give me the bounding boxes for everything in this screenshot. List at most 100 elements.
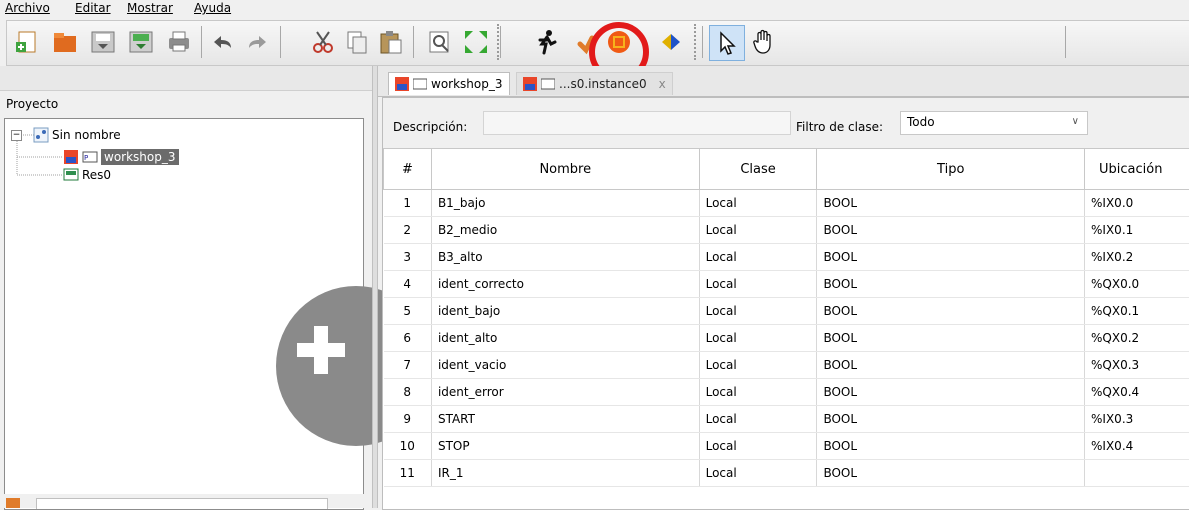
- variable-name[interactable]: B1_bajo: [431, 190, 699, 217]
- table-row[interactable]: 3B3_altoLocalBOOL%IX0.2: [384, 244, 1189, 271]
- row-number: 7: [384, 352, 432, 379]
- variable-type[interactable]: BOOL: [817, 217, 1085, 244]
- bottom-input[interactable]: [36, 498, 328, 509]
- fullscreen-icon[interactable]: [459, 25, 493, 59]
- table-row[interactable]: 9STARTLocalBOOL%IX0.3: [384, 406, 1189, 433]
- variable-type[interactable]: BOOL: [817, 244, 1085, 271]
- variable-class[interactable]: Local: [699, 433, 817, 460]
- variable-location[interactable]: %IX0.4: [1085, 433, 1189, 460]
- paste-icon[interactable]: [374, 25, 408, 59]
- variable-name[interactable]: START: [431, 406, 699, 433]
- tree-root[interactable]: − Sin nombre: [11, 126, 121, 144]
- column-header-tipo[interactable]: Tipo: [817, 149, 1085, 190]
- variable-name[interactable]: ident_vacio: [431, 352, 699, 379]
- variable-class[interactable]: Local: [699, 244, 817, 271]
- table-row[interactable]: 11IR_1LocalBOOL: [384, 460, 1189, 487]
- variable-class[interactable]: Local: [699, 190, 817, 217]
- column-header-nombre[interactable]: Nombre: [431, 149, 699, 190]
- variable-name[interactable]: ident_bajo: [431, 298, 699, 325]
- pointer-icon[interactable]: [709, 25, 745, 61]
- table-row[interactable]: 6ident_altoLocalBOOL%QX0.2: [384, 325, 1189, 352]
- variable-location[interactable]: %QX0.4: [1085, 379, 1189, 406]
- variable-type[interactable]: BOOL: [817, 325, 1085, 352]
- row-number: 10: [384, 433, 432, 460]
- variable-class[interactable]: Local: [699, 271, 817, 298]
- variable-name[interactable]: ident_alto: [431, 325, 699, 352]
- variable-location[interactable]: %QX0.2: [1085, 325, 1189, 352]
- variable-location[interactable]: %IX0.0: [1085, 190, 1189, 217]
- menu-ayuda[interactable]: Ayuda: [194, 1, 231, 15]
- variable-name[interactable]: ident_error: [431, 379, 699, 406]
- variable-class[interactable]: Local: [699, 298, 817, 325]
- variable-location[interactable]: %IX0.2: [1085, 244, 1189, 271]
- save-as-icon[interactable]: [124, 25, 158, 59]
- table-row[interactable]: 10STOPLocalBOOL%IX0.4: [384, 433, 1189, 460]
- variable-class[interactable]: Local: [699, 406, 817, 433]
- variable-type[interactable]: BOOL: [817, 379, 1085, 406]
- class-filter-select[interactable]: Todo ∨: [900, 111, 1088, 135]
- cut-icon[interactable]: [306, 25, 340, 59]
- program-icon: P: [82, 149, 98, 165]
- menu-archivo[interactable]: Archivo: [5, 1, 50, 15]
- variable-type[interactable]: BOOL: [817, 352, 1085, 379]
- new-project-icon[interactable]: [10, 25, 44, 59]
- table-row[interactable]: 1B1_bajoLocalBOOL%IX0.0: [384, 190, 1189, 217]
- tree-item-workshop-3[interactable]: P workshop_3: [63, 148, 179, 166]
- panel-splitter[interactable]: [372, 66, 378, 508]
- panel-icon: [6, 498, 20, 508]
- table-row[interactable]: 8ident_errorLocalBOOL%QX0.4: [384, 379, 1189, 406]
- table-row[interactable]: 4ident_correctoLocalBOOL%QX0.0: [384, 271, 1189, 298]
- redo-icon[interactable]: [241, 25, 275, 59]
- variable-type[interactable]: BOOL: [817, 460, 1085, 487]
- column-header-clase[interactable]: Clase: [699, 149, 817, 190]
- variable-name[interactable]: B3_alto: [431, 244, 699, 271]
- column-header-number[interactable]: #: [384, 149, 432, 190]
- variable-location[interactable]: %IX0.3: [1085, 406, 1189, 433]
- variable-class[interactable]: Local: [699, 325, 817, 352]
- variable-location[interactable]: [1085, 460, 1189, 487]
- row-number: 11: [384, 460, 432, 487]
- variable-location[interactable]: %QX0.1: [1085, 298, 1189, 325]
- print-icon[interactable]: [162, 25, 196, 59]
- variable-type[interactable]: BOOL: [817, 433, 1085, 460]
- toolbar-separator: [280, 26, 281, 58]
- table-row[interactable]: 5ident_bajoLocalBOOL%QX0.1: [384, 298, 1189, 325]
- tree-item-res0[interactable]: Res0: [63, 166, 111, 184]
- description-input[interactable]: [483, 111, 791, 135]
- menu-mostrar[interactable]: Mostrar: [127, 1, 173, 15]
- variable-class[interactable]: Local: [699, 217, 817, 244]
- variable-class[interactable]: Local: [699, 460, 817, 487]
- variable-location[interactable]: %QX0.0: [1085, 271, 1189, 298]
- variable-type[interactable]: BOOL: [817, 271, 1085, 298]
- description-label: Descripción:: [393, 120, 467, 134]
- table-row[interactable]: 2B2_medioLocalBOOL%IX0.1: [384, 217, 1189, 244]
- variable-name[interactable]: B2_medio: [431, 217, 699, 244]
- tab-workshop-3[interactable]: workshop_3: [388, 72, 510, 95]
- variable-name[interactable]: IR_1: [431, 460, 699, 487]
- table-row[interactable]: 7ident_vacioLocalBOOL%QX0.3: [384, 352, 1189, 379]
- variable-name[interactable]: ident_correcto: [431, 271, 699, 298]
- hand-icon[interactable]: [746, 25, 780, 59]
- variable-location[interactable]: %QX0.3: [1085, 352, 1189, 379]
- variable-class[interactable]: Local: [699, 352, 817, 379]
- tab-instance0[interactable]: ...s0.instance0 x: [516, 72, 673, 95]
- variable-type[interactable]: BOOL: [817, 190, 1085, 217]
- column-header-ubicacion[interactable]: Ubicación: [1085, 149, 1189, 190]
- copy-icon[interactable]: [340, 25, 374, 59]
- open-folder-icon[interactable]: [48, 25, 82, 59]
- collapse-icon[interactable]: −: [11, 130, 22, 141]
- variable-location[interactable]: %IX0.1: [1085, 217, 1189, 244]
- program-icon: [413, 77, 427, 91]
- undo-icon[interactable]: [205, 25, 239, 59]
- variable-type[interactable]: BOOL: [817, 406, 1085, 433]
- variable-type[interactable]: BOOL: [817, 298, 1085, 325]
- save-icon[interactable]: [86, 25, 120, 59]
- menu-editar[interactable]: Editar: [75, 1, 111, 15]
- search-icon[interactable]: [423, 25, 457, 59]
- transfer-icon[interactable]: [654, 25, 688, 59]
- close-icon[interactable]: x: [659, 77, 666, 91]
- run-icon[interactable]: [529, 25, 563, 59]
- variable-name[interactable]: STOP: [431, 433, 699, 460]
- variable-class[interactable]: Local: [699, 379, 817, 406]
- project-icon: [33, 127, 49, 143]
